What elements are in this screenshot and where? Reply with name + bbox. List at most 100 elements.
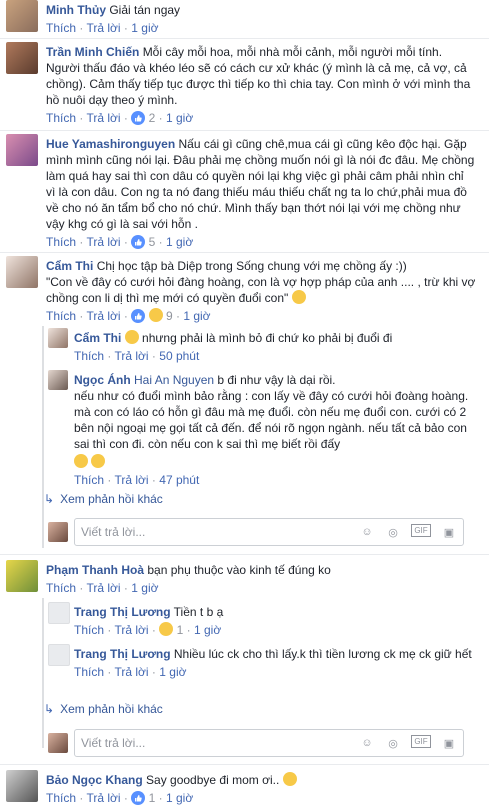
- like-button[interactable]: Thích: [46, 235, 76, 249]
- timestamp[interactable]: 47 phút: [159, 473, 199, 487]
- view-more-replies[interactable]: ↳ Xem phản hồi khác: [44, 702, 163, 716]
- comment-text: Nấu cái gì cũng chê,mua cái gì cũng kêo …: [46, 137, 475, 231]
- reply-button[interactable]: Trả lời: [86, 309, 120, 323]
- reply-author[interactable]: Ngọc Ánh: [74, 373, 131, 387]
- avatar[interactable]: [6, 0, 38, 32]
- reply-button[interactable]: Trả lời: [114, 623, 148, 637]
- comment-author[interactable]: Minh Thủy: [46, 3, 106, 17]
- reply-button[interactable]: Trả lời: [86, 235, 120, 249]
- like-button[interactable]: Thích: [46, 111, 76, 125]
- avatar[interactable]: [6, 134, 38, 166]
- timestamp[interactable]: 1 giờ: [159, 665, 186, 679]
- like-reaction-icon[interactable]: [131, 235, 146, 253]
- reply-arrow-icon: ↳: [44, 492, 55, 506]
- avatar[interactable]: [48, 370, 68, 390]
- timestamp[interactable]: 50 phút: [159, 349, 199, 363]
- wow-reaction-icon[interactable]: [159, 622, 174, 636]
- reply-text: Tiền t b ạ: [173, 605, 224, 619]
- smile-emoji-icon: [291, 290, 306, 304]
- comment-text: Say goodbye đi mom ơi..: [146, 773, 280, 787]
- avatar[interactable]: [6, 560, 38, 592]
- timestamp[interactable]: 1 giờ: [194, 623, 221, 637]
- timestamp[interactable]: 1 giờ: [166, 791, 193, 805]
- reply-text: Nhiều lúc ck cho thì lấy.k thì tiền lươn…: [173, 647, 472, 661]
- reply-author[interactable]: Trang Thị Lương: [74, 647, 171, 661]
- avatar[interactable]: [48, 328, 68, 348]
- reply-actions: Thích · Trả lời · 50 phút: [74, 349, 200, 363]
- comment-author[interactable]: Trần Minh Chiến: [46, 45, 139, 59]
- mention-tag[interactable]: Hai An Nguyen: [134, 373, 214, 387]
- reply-button[interactable]: Trả lời: [114, 473, 148, 487]
- avatar[interactable]: [48, 644, 70, 666]
- reply-input[interactable]: Viết trả lời... ☺ ◎ GIF ▣: [74, 518, 464, 546]
- like-button[interactable]: Thích: [74, 665, 104, 679]
- comment-author[interactable]: Hue Yamashironguyen: [46, 137, 175, 151]
- sticker-icon[interactable]: ▣: [441, 524, 457, 540]
- timestamp[interactable]: 1 giờ: [183, 309, 210, 323]
- emoji-row: [74, 454, 474, 470]
- timestamp[interactable]: 1 giờ: [166, 235, 193, 249]
- like-count[interactable]: 5: [149, 235, 156, 249]
- reply-author[interactable]: Cẩm Thi: [74, 331, 121, 345]
- like-reaction-icon[interactable]: [131, 791, 146, 809]
- emoji-icon[interactable]: ☺: [359, 524, 375, 540]
- comment-actions: Thích · Trả lời · 9 · 1 giờ: [46, 308, 476, 327]
- like-count[interactable]: 1: [149, 791, 156, 805]
- avatar[interactable]: [6, 42, 38, 74]
- comment-author[interactable]: Cẩm Thi: [46, 259, 93, 273]
- my-avatar: [48, 522, 68, 542]
- like-count[interactable]: 1: [177, 623, 184, 637]
- gif-icon[interactable]: GIF: [411, 524, 431, 537]
- comment-text-quote: "Con về đây có cưới hỏi đàng hoàng, con …: [46, 275, 476, 305]
- avatar[interactable]: [48, 602, 70, 624]
- reply-button[interactable]: Trả lời: [114, 665, 148, 679]
- sticker-icon[interactable]: ▣: [441, 735, 457, 751]
- like-button[interactable]: Thích: [74, 623, 104, 637]
- like-button[interactable]: Thích: [74, 473, 104, 487]
- reply-button[interactable]: Trả lời: [114, 349, 148, 363]
- comment-actions: Thích · Trả lời · 5 · 1 giờ: [46, 234, 476, 253]
- comment-actions: Thích · Trả lời · 1 · 1 giờ: [46, 790, 476, 809]
- emoji-icon[interactable]: ☺: [359, 735, 375, 751]
- thread-line: [42, 598, 44, 748]
- reply-actions: Thích · Trả lời · 47 phút: [74, 473, 200, 487]
- comment-actions: Thích · Trả lời · 1 giờ: [46, 581, 159, 595]
- reply-arrow-icon: ↳: [44, 702, 55, 716]
- like-count[interactable]: 9: [166, 309, 173, 323]
- like-count[interactable]: 2: [149, 111, 156, 125]
- reply-button[interactable]: Trả lời: [86, 21, 120, 35]
- timestamp[interactable]: 1 giờ: [166, 111, 193, 125]
- comment-actions: Thích · Trả lời · 2 · 1 giờ: [46, 110, 476, 129]
- reply-text-more: nếu như có đuổi mình bảo rằng : con lấy …: [74, 389, 469, 451]
- comment-author[interactable]: Phạm Thanh Hoà: [46, 563, 144, 577]
- reply-text: nhưng phải là mình bỏ đi chứ ko phải bị …: [142, 331, 393, 345]
- laugh-emoji-icon: [91, 454, 106, 468]
- like-button[interactable]: Thích: [46, 581, 76, 595]
- thumbs-down-emoji-icon: [282, 772, 297, 786]
- gif-icon[interactable]: GIF: [411, 735, 431, 748]
- reply-input[interactable]: Viết trả lời... ☺ ◎ GIF ▣: [74, 729, 464, 757]
- laugh-emoji-icon: [74, 454, 88, 468]
- like-reaction-icon[interactable]: [131, 111, 146, 129]
- timestamp[interactable]: 1 giờ: [131, 581, 158, 595]
- reply-button[interactable]: Trả lời: [86, 791, 120, 805]
- reply-actions: Thích · Trả lời · 1 giờ: [74, 665, 187, 679]
- camera-icon[interactable]: ◎: [385, 735, 401, 751]
- reply-button[interactable]: Trả lời: [86, 111, 120, 125]
- timestamp[interactable]: 1 giờ: [131, 21, 158, 35]
- view-more-replies[interactable]: ↳ Xem phản hồi khác: [44, 492, 163, 506]
- comment-author[interactable]: Bảo Ngọc Khang: [46, 773, 143, 787]
- avatar[interactable]: [6, 256, 38, 288]
- like-button[interactable]: Thích: [46, 791, 76, 805]
- reply-button[interactable]: Trả lời: [86, 581, 120, 595]
- like-reaction-icon[interactable]: [131, 309, 146, 327]
- my-avatar: [48, 733, 68, 753]
- like-button[interactable]: Thích: [46, 309, 76, 323]
- like-button[interactable]: Thích: [46, 21, 76, 35]
- camera-icon[interactable]: ◎: [385, 524, 401, 540]
- like-button[interactable]: Thích: [74, 349, 104, 363]
- comment-text: Giải tán ngay: [109, 3, 181, 17]
- haha-reaction-icon[interactable]: [148, 308, 163, 322]
- avatar[interactable]: [6, 770, 38, 802]
- reply-author[interactable]: Trang Thị Lương: [74, 605, 171, 619]
